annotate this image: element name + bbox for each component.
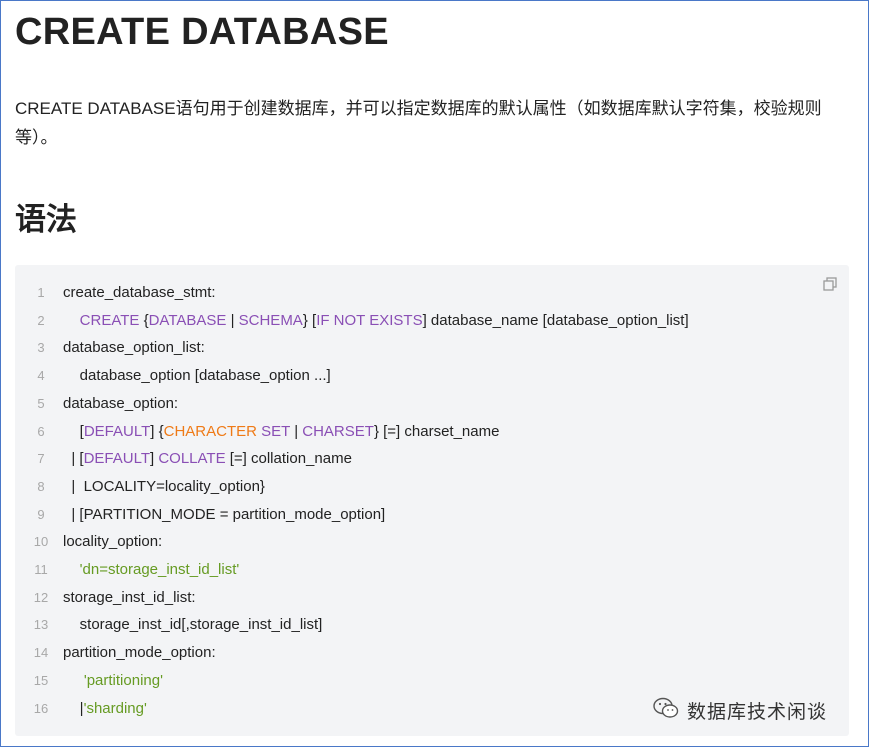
code-text: CREATE {DATABASE | SCHEMA} [IF NOT EXIST… [63,307,689,335]
line-number: 5 [37,395,45,411]
code-token: create_database_stmt: [63,284,216,301]
code-token: [ [63,422,84,440]
code-token: | [290,422,303,440]
code-token: DEFAULT [83,422,151,440]
code-text: | [PARTITION_MODE = partition_mode_optio… [63,501,385,529]
page-title: CREATE DATABASE [15,11,389,53]
watermark-text: 数据库技术闲谈 [687,702,828,723]
code-text: |'sharding' [63,695,147,723]
code-token: CHARSET [302,422,374,440]
code-text: 'partitioning' [63,667,163,695]
code-text: database_option_list: [63,334,205,362]
copy-icon[interactable] [823,277,837,291]
code-token: locality_option: [63,533,163,551]
code-token: | LOCALITY=locality_option} [63,477,265,495]
line-number: 4 [37,368,45,384]
line-number: 3 [37,340,45,356]
syntax-heading: 语法 [15,202,77,237]
line-number: 7 [37,451,45,467]
code-token: partition_mode_option: [63,644,216,662]
code-token: IF NOT EXISTS [316,311,423,329]
wechat-icon [653,697,679,724]
line-number: 16 [33,700,49,716]
code-token: { [139,311,149,329]
code-token: DATABASE [148,311,227,329]
code-token: 'partitioning' [83,671,163,689]
line-number: 9 [37,506,45,522]
code-token: | [ [63,450,84,468]
code-text: [DEFAULT] {CHARACTER SET | CHARSET} [=] … [63,418,500,446]
code-token: | [226,311,239,329]
code-text: database_option [database_option ...] [63,362,331,390]
code-token: } [ [302,311,317,329]
code-token: | [63,699,84,717]
line-number: 13 [33,617,49,633]
code-text: | [DEFAULT] COLLATE [=] collation_name [63,445,352,473]
code-token: | [PARTITION_MODE = partition_mode_optio… [63,505,386,523]
line-number: 14 [33,645,49,661]
code-block: 1 create_database_stmt: 2 CREATE {DATABASE… [15,265,849,736]
code-text: 'dn=storage_inst_id_list' [63,556,240,584]
code-text: | LOCALITY=locality_option} [63,473,265,501]
description-paragraph: CREATE DATABASE语句用于创建数据库，并可以指定数据库的默认属性（如… [15,99,822,147]
code-text: locality_option: [63,528,162,556]
code-token: SET [261,422,291,440]
code-token: 'sharding' [83,699,147,717]
line-number: 15 [33,672,49,688]
code-token: DEFAULT [83,450,150,468]
code-token: SCHEMA [238,311,303,329]
line-number: 6 [37,423,45,439]
watermark: 数据库技术闲谈 [653,697,827,724]
line-number: 2 [37,312,45,328]
line-number: 12 [33,589,49,605]
code-token: CHARACTER [163,422,257,440]
line-number: 1 [37,285,45,300]
code-text: partition_mode_option: [63,639,216,667]
line-number: 11 [34,562,48,577]
code-token: COLLATE [158,450,226,468]
code-token: database_option: [63,394,179,412]
code-text: storage_inst_id[,storage_inst_id_list] [63,611,323,639]
code-token: 'dn=storage_inst_id_list' [79,561,240,578]
code-token: } [=] charset_name [373,422,500,440]
code-text: database_option: [63,390,178,418]
code-token: database_option [database_option ...] [63,367,331,385]
line-number: 8 [37,478,45,494]
code-token: storage_inst_id_list: [63,588,196,606]
code-token: ] database_name [database_option_list] [422,311,689,329]
code-token: CREATE [79,311,140,329]
page-frame: CREATE DATABASE CREATE DATABASE语句用于创建数据库… [0,0,869,747]
code-token: [=] collation_name [225,450,352,468]
code-text: create_database_stmt: [63,279,216,307]
code-token: storage_inst_id[,storage_inst_id_list] [63,616,323,634]
code-token: ] { [150,422,164,440]
line-number: 10 [33,534,49,550]
code-text: storage_inst_id_list: [63,584,196,612]
code-token: database_option_list: [63,339,205,357]
